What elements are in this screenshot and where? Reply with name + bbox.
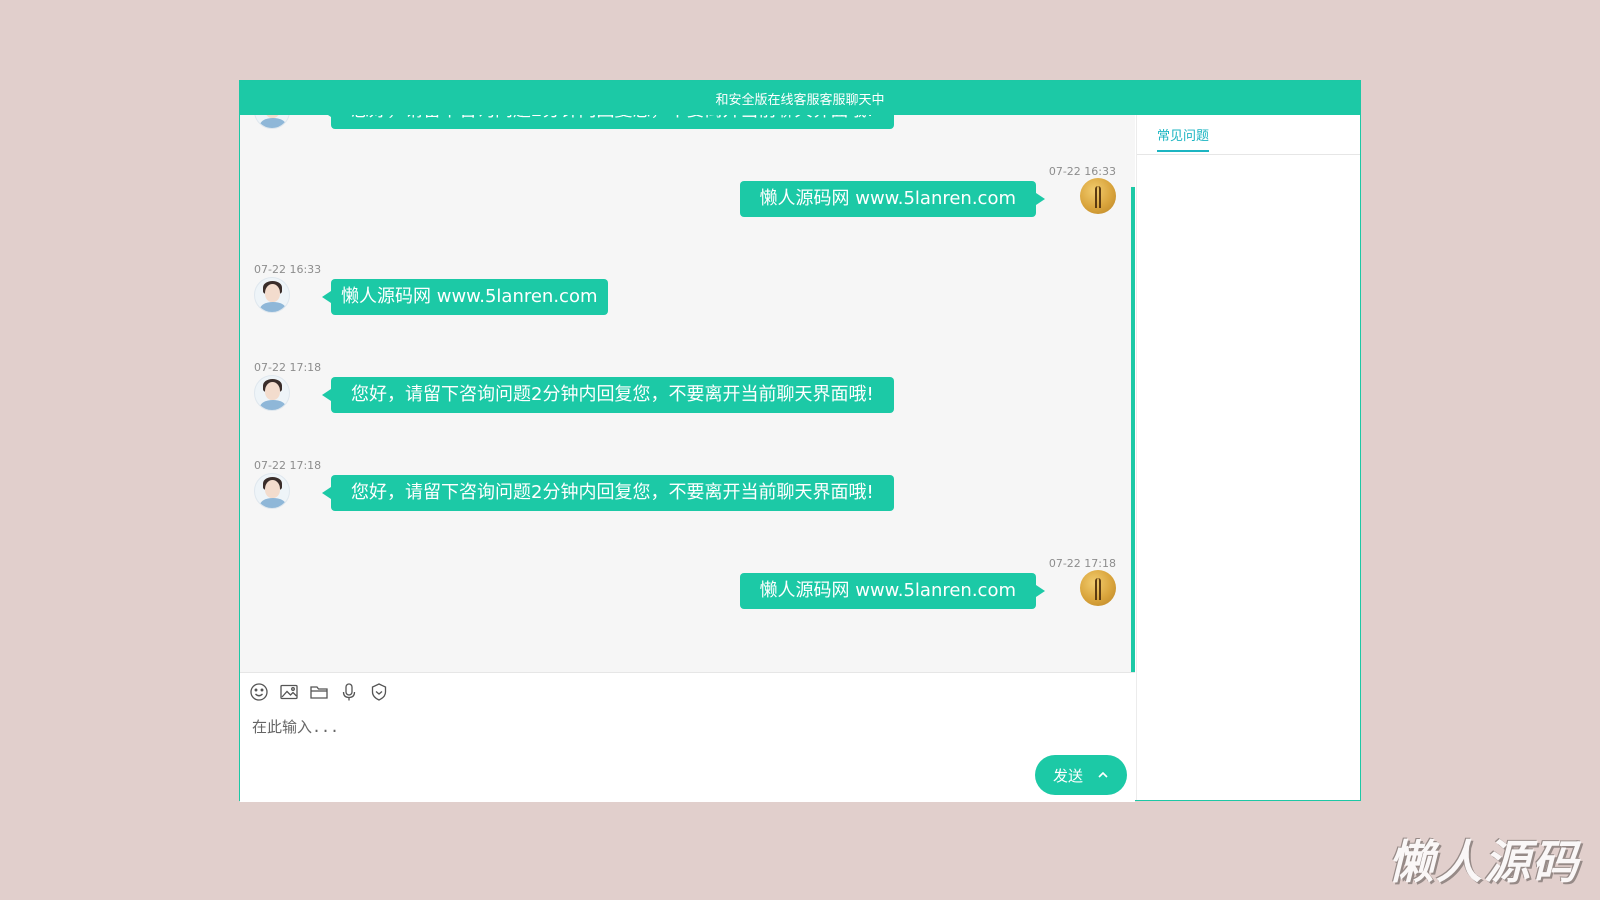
sidebar-tabs: 常见问题 [1137, 115, 1360, 155]
message-time: 07-22 17:18 [1048, 557, 1116, 570]
send-button-label: 发送 [1052, 766, 1083, 785]
agent-avatar [254, 115, 290, 129]
agent-avatar [254, 375, 290, 411]
message-item: 07-22 17:18 懒人源码网 www.5lanren.com [240, 557, 1130, 627]
message-bubble: 懒人源码网 www.5lanren.com [739, 181, 1045, 217]
message-item: 您好，请留下咨询问题2分钟内回复您，不要离开当前聊天界面哦! [240, 115, 1130, 135]
message-bubble: 懒人源码网 www.5lanren.com [322, 279, 608, 315]
composer-toolbar [248, 681, 390, 703]
chat-window: 和安全版在线客服客服聊天中 您好，请留下咨询问题2分钟内回复您，不要离开当前聊天… [239, 80, 1361, 802]
message-time: 07-22 17:18 [254, 459, 322, 472]
message-bubble: 您好，请留下咨询问题2分钟内回复您，不要离开当前聊天界面哦! [322, 115, 894, 129]
message-time: 07-22 17:18 [254, 361, 322, 374]
message-bubble: 您好，请留下咨询问题2分钟内回复您，不要离开当前聊天界面哦! [322, 475, 894, 511]
image-icon[interactable] [278, 681, 300, 703]
message-time: 07-22 16:33 [254, 263, 322, 276]
agent-avatar [254, 277, 290, 313]
folder-icon[interactable] [308, 681, 330, 703]
message-input[interactable] [252, 707, 1112, 747]
microphone-icon[interactable] [338, 681, 360, 703]
message-item: 07-22 16:33 懒人源码网 www.5lanren.com [240, 165, 1130, 235]
agent-avatar [254, 473, 290, 509]
message-time: 07-22 16:33 [1048, 165, 1116, 178]
watermark-logo: 懒人源码 [1388, 835, 1580, 889]
tab-faq[interactable]: 常见问题 [1157, 125, 1210, 152]
send-button[interactable]: 发送 [1035, 755, 1127, 795]
window-title: 和安全版在线客服客服聊天中 [240, 81, 1360, 115]
user-avatar [1080, 570, 1116, 606]
emoji-icon[interactable] [248, 681, 270, 703]
composer: 发送 [240, 672, 1135, 802]
faq-sidebar: 常见问题 [1136, 115, 1360, 800]
message-bubble: 您好，请留下咨询问题2分钟内回复您，不要离开当前聊天界面哦! [322, 377, 894, 413]
message-item: 07-22 17:18 您好，请留下咨询问题2分钟内回复您，不要离开当前聊天界面… [240, 459, 1130, 529]
shield-icon[interactable] [368, 681, 390, 703]
user-avatar [1080, 178, 1116, 214]
message-item: 07-22 17:18 您好，请留下咨询问题2分钟内回复您，不要离开当前聊天界面… [240, 361, 1130, 431]
message-list[interactable]: 您好，请留下咨询问题2分钟内回复您，不要离开当前聊天界面哦! 07-22 16:… [240, 115, 1135, 672]
chevron-up-icon [1098, 771, 1108, 778]
message-item: 07-22 16:33 懒人源码网 www.5lanren.com [240, 263, 1130, 333]
chat-scrollbar[interactable] [1131, 187, 1135, 672]
message-bubble: 懒人源码网 www.5lanren.com [739, 573, 1045, 609]
